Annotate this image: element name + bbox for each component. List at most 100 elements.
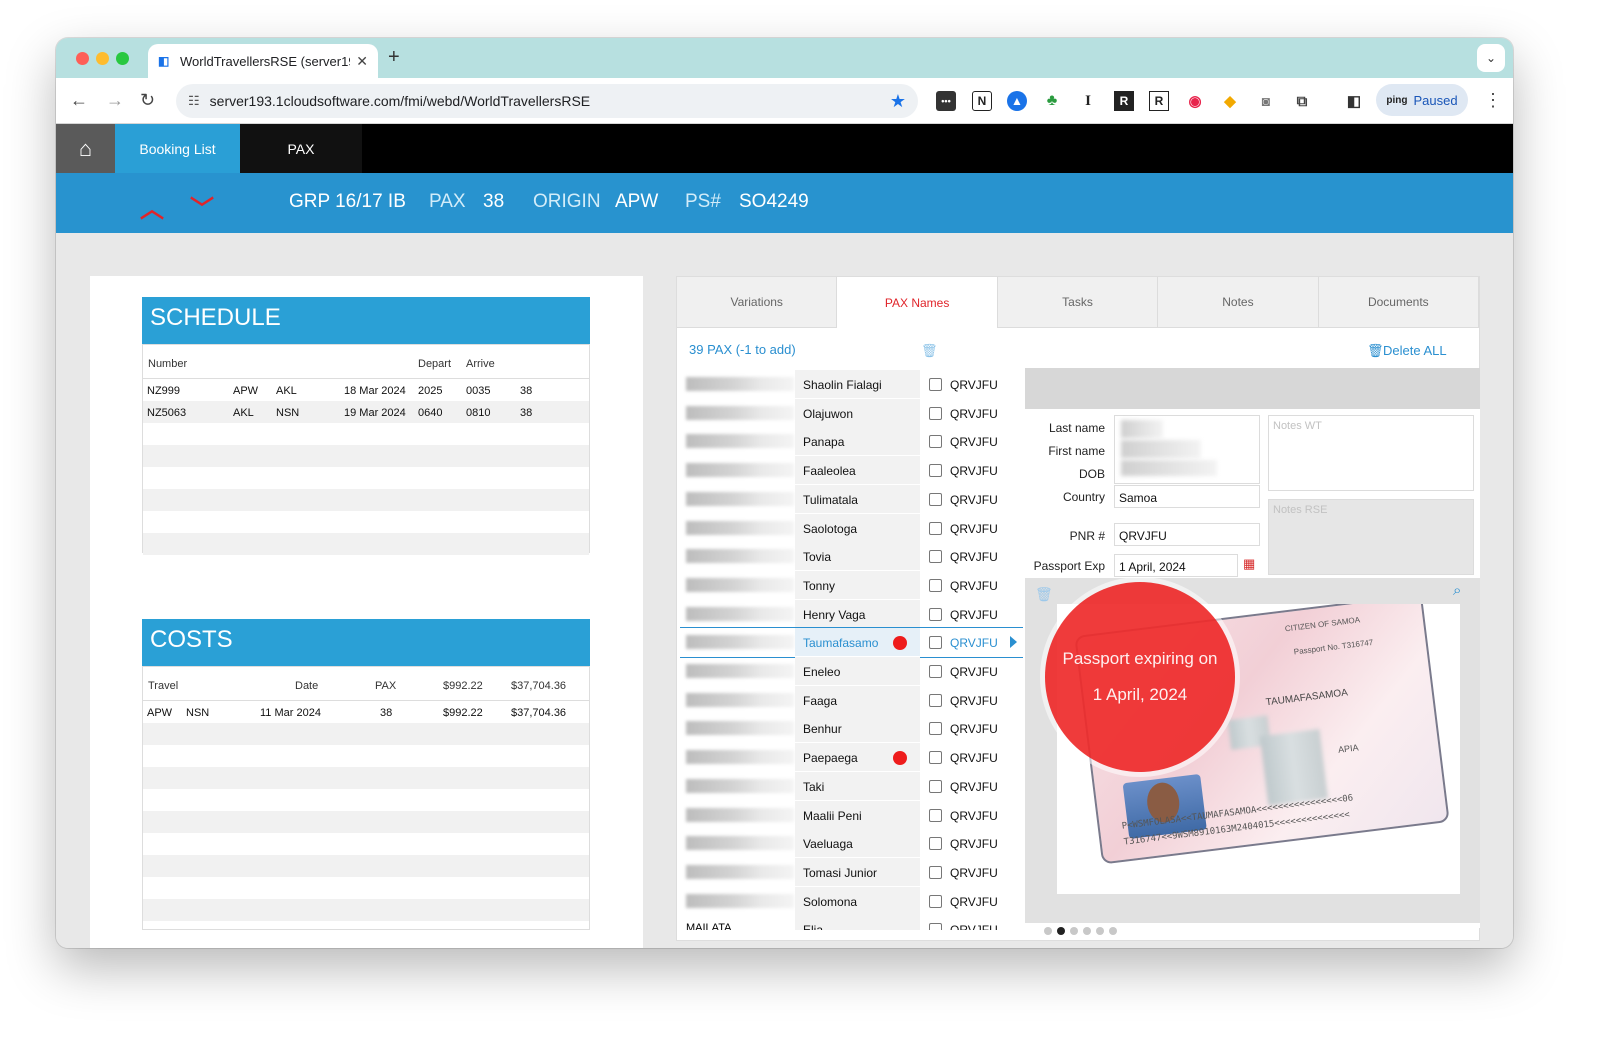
pnr-field[interactable]: QRVJFU [1114,523,1260,546]
page-dot[interactable] [1083,927,1091,935]
italic-ext-icon[interactable]: I [1078,91,1098,111]
pax-row[interactable]: Paepaega QRVJFU [680,743,1023,773]
pax-name[interactable]: Olajuwon [795,398,920,427]
pax-name[interactable]: Tomasi Junior [795,857,920,886]
zoom-image-icon[interactable]: ⌕ [1453,582,1461,599]
pax-checkbox[interactable] [929,722,942,736]
pax-row[interactable]: Maalii Peni QRVJFU [680,800,1023,830]
extensions-puzzle-icon[interactable]: ⧉ [1292,91,1312,111]
zoom-window-button[interactable] [116,52,129,65]
pax-name[interactable]: Eneleo [795,657,920,685]
ext-dots-icon[interactable]: ••• [936,91,956,111]
passport-exp-field[interactable]: 1 April, 2024 [1114,554,1238,577]
pax-row[interactable]: Shaolin Fialagi QRVJFU [680,370,1023,399]
pax-row[interactable]: Olajuwon QRVJFU [680,398,1023,428]
close-window-button[interactable] [76,52,89,65]
notion-ext-icon[interactable]: N [972,91,992,111]
address-bar[interactable]: ☷ server193.1cloudsoftware.com/fmi/webd/… [176,84,918,118]
pax-checkbox[interactable] [929,435,942,449]
pax-name[interactable]: Tulimatala [795,484,920,513]
pax-row[interactable]: Panapa QRVJFU [680,427,1023,457]
pax-name[interactable]: Shaolin Fialagi [795,370,920,398]
pax-name[interactable]: Faaga [795,685,920,714]
pax-name[interactable]: Saolotoga [795,513,920,542]
pax-checkbox[interactable] [929,636,942,650]
name-dob-fields[interactable] [1114,415,1260,484]
arrow-ext-icon[interactable]: ▲ [1007,91,1027,111]
browser-menu-icon[interactable]: ⋮ [1484,90,1502,111]
pax-checkbox[interactable] [929,464,942,478]
pax-row[interactable]: Tulimatala QRVJFU [680,484,1023,514]
home-icon[interactable]: ⌂ [56,124,115,173]
pax-checkbox[interactable] [929,607,942,621]
page-dot[interactable] [1109,927,1117,935]
tab-pax-names[interactable]: PAX Names [837,277,998,328]
pax-row[interactable]: Saolotoga QRVJFU [680,513,1023,543]
tab-variations[interactable]: Variations [677,277,838,328]
pax-name[interactable]: Solomona [795,886,920,915]
pax-checkbox[interactable] [929,894,942,908]
tab-pax[interactable]: PAX [240,124,362,173]
schedule-row[interactable]: NZ999 APW AKL 18 Mar 2024 2025 0035 38 [143,379,589,401]
camera-ext-icon[interactable]: ◙ [1256,91,1276,111]
pax-row[interactable]: Henry Vaga QRVJFU [680,599,1023,629]
tab-notes[interactable]: Notes [1158,277,1319,328]
pax-name[interactable]: Tovia [795,542,920,571]
page-dot[interactable] [1096,927,1104,935]
page-dot[interactable] [1044,927,1052,935]
r-ext-icon[interactable]: R [1114,91,1134,111]
play-ext-icon[interactable]: ◉ [1185,91,1205,111]
pax-checkbox[interactable] [929,808,942,822]
pax-row[interactable]: Faaleolea QRVJFU [680,456,1023,486]
pax-row[interactable]: Taki QRVJFU [680,771,1023,801]
pax-checkbox[interactable] [929,923,942,930]
tab-tasks[interactable]: Tasks [997,277,1159,328]
pax-name[interactable]: Tonny [795,570,920,599]
pax-checkbox[interactable] [929,492,942,506]
pax-checkbox[interactable] [929,378,942,391]
pax-row[interactable]: Tomasi Junior QRVJFU [680,857,1023,887]
profile-paused-button[interactable]: ping Paused [1376,84,1468,116]
pax-checkbox[interactable] [929,665,942,678]
reload-icon[interactable]: ↻ [140,90,155,111]
diamond-ext-icon[interactable]: ◆ [1220,91,1240,111]
pax-row[interactable]: Tovia QRVJFU [680,542,1023,572]
pax-name[interactable]: Maalii Peni [795,800,920,829]
chevron-up-icon[interactable]: ︿ [140,189,164,224]
pax-row[interactable]: Faaga QRVJFU [680,685,1023,715]
tab-documents[interactable]: Documents [1318,277,1480,328]
back-icon[interactable]: ← [70,90,88,111]
pax-checkbox[interactable] [929,406,942,420]
pax-row[interactable]: Tonny QRVJFU [680,570,1023,600]
country-field[interactable]: Samoa [1114,485,1260,508]
page-dot[interactable] [1070,927,1078,935]
pax-checkbox[interactable] [929,837,942,851]
r-outline-ext-icon[interactable]: R [1149,91,1169,111]
pax-row[interactable]: MAILATA Elia QRVJFU [680,915,1023,930]
costs-row[interactable]: APW NSN 11 Mar 2024 38 $992.22 $37,704.36 [143,701,589,723]
pax-row[interactable]: Benhur QRVJFU [680,714,1023,744]
evernote-ext-icon[interactable]: ♣ [1042,91,1062,111]
pax-name[interactable]: Benhur [795,714,920,743]
trash-icon[interactable]: 🗑 [921,343,938,359]
chevron-down-icon[interactable]: ﹀ [190,189,214,224]
pax-name[interactable]: Elia [795,915,920,930]
browser-tab[interactable]: ◧ WorldTravellersRSE (server19 ✕ [148,44,378,78]
pax-checkbox[interactable] [929,779,942,793]
delete-image-icon[interactable]: 🗑 [1035,586,1053,603]
tab-booking-list[interactable]: Booking List [115,124,240,173]
close-tab-icon[interactable]: ✕ [356,53,368,70]
pax-row[interactable]: Eneleo QRVJFU [680,657,1023,686]
delete-all-button[interactable]: Delete ALL [1383,343,1447,358]
pax-name[interactable]: Henry Vaga [795,599,920,628]
pax-row[interactable]: Vaeluaga QRVJFU [680,829,1023,859]
delete-all-trash-icon[interactable]: 🗑 [1367,343,1384,359]
pax-name[interactable]: Vaeluaga [795,829,920,858]
notes-wt-field[interactable]: Notes WT [1268,415,1474,491]
pax-checkbox[interactable] [929,865,942,879]
pax-name[interactable]: Taki [795,771,920,800]
calendar-icon[interactable]: ▦ [1243,556,1255,572]
notes-rse-field[interactable]: Notes RSE [1268,499,1474,575]
page-dot[interactable] [1057,927,1065,935]
pax-name[interactable]: Panapa [795,427,920,456]
